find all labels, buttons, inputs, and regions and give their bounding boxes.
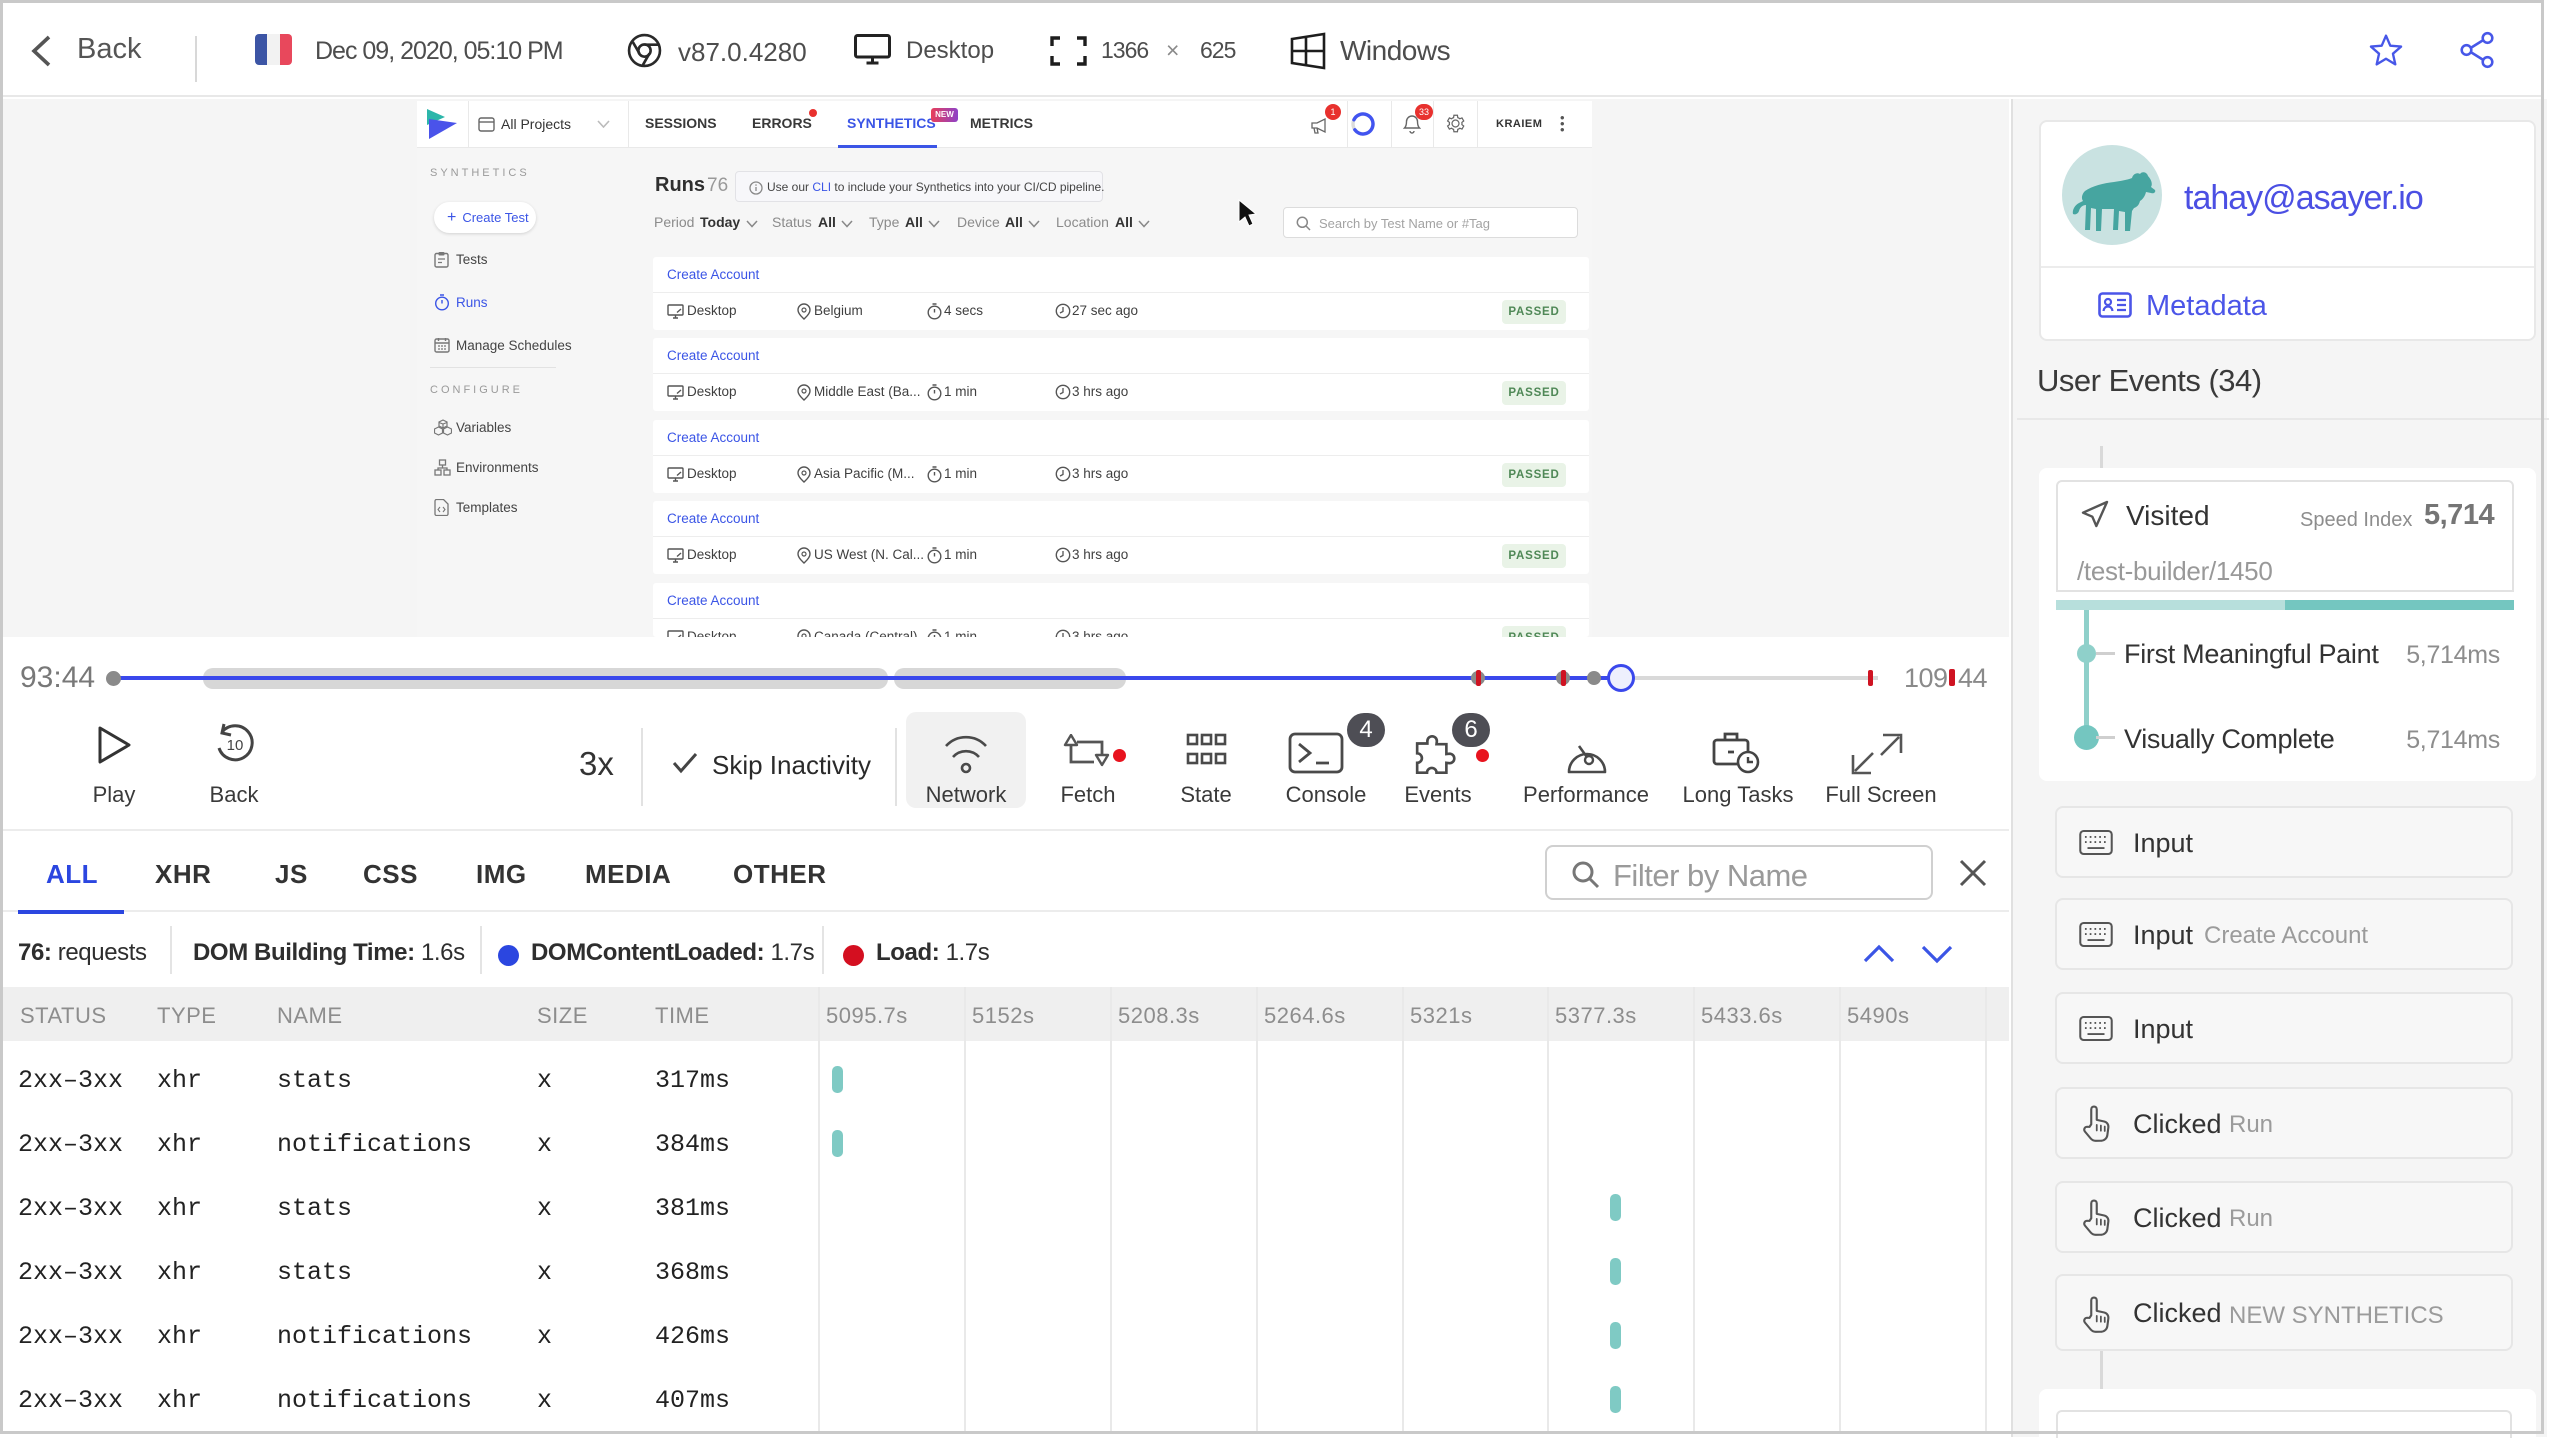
svg-text:10: 10 [227, 737, 244, 754]
